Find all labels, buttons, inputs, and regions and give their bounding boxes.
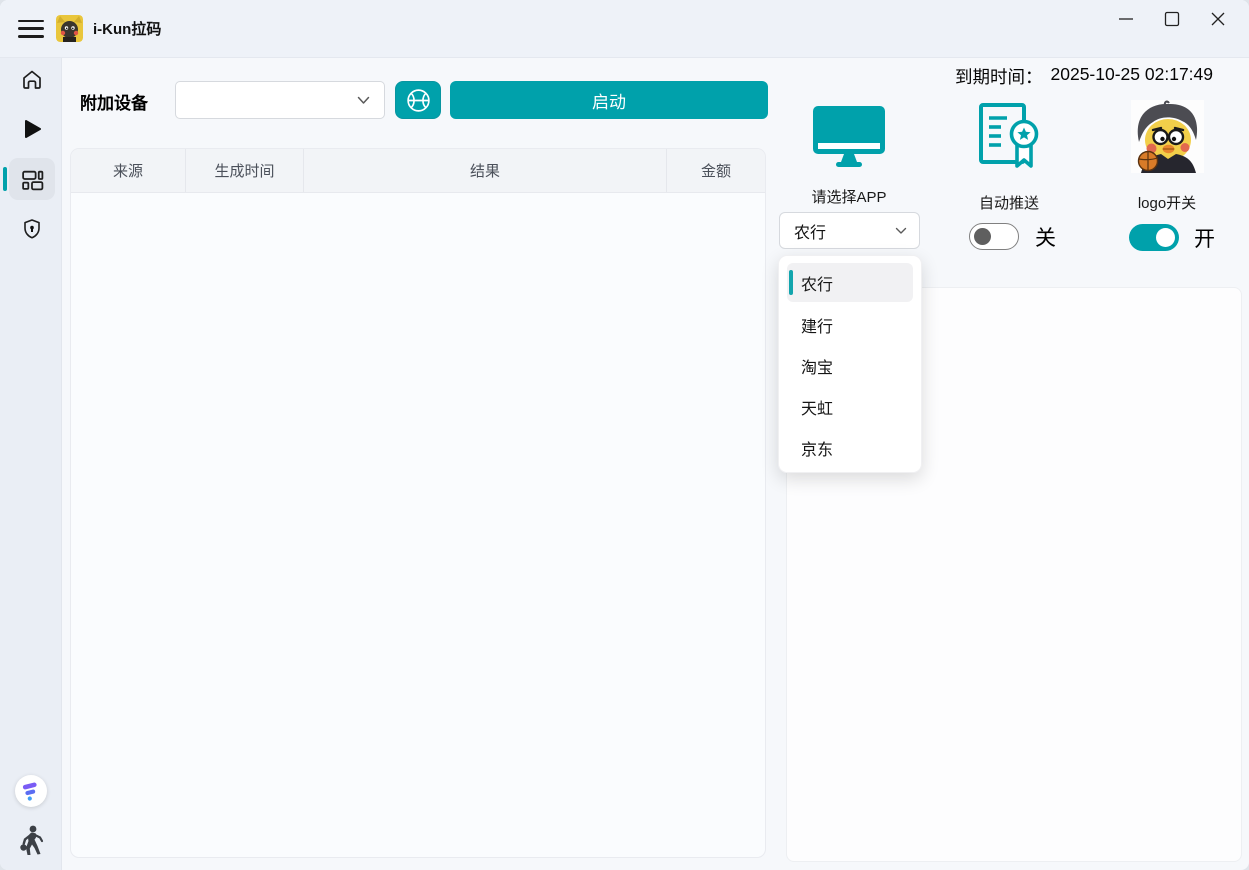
table-header-result[interactable]: 结果 — [304, 149, 667, 192]
sidebar-footer-player[interactable] — [0, 824, 62, 858]
sidebar-item-dashboard[interactable] — [9, 158, 55, 200]
expiry-time: 到期时间： 2025-10-25 02:17:49 — [955, 64, 1213, 89]
results-table: 来源 生成时间 结果 金额 — [70, 148, 766, 858]
logo-switch-state: 开 — [1194, 223, 1215, 253]
app-select-dropdown: 农行 建行 淘宝 天虹 京东 — [778, 255, 922, 473]
home-icon — [20, 68, 44, 92]
table-header-amount[interactable]: 金额 — [667, 149, 765, 192]
logo-switch-label: logo开关 — [1097, 192, 1237, 213]
dropdown-option[interactable]: 淘宝 — [779, 345, 921, 386]
monitor-icon — [811, 106, 887, 168]
dropdown-option-label: 京东 — [801, 436, 833, 460]
window-controls — [1103, 2, 1241, 36]
shield-lock-icon — [20, 217, 44, 241]
toggle-knob — [974, 228, 991, 245]
certificate-icon — [977, 102, 1041, 170]
window-title: i-Kun拉码 — [93, 18, 161, 39]
chevron-down-icon — [895, 227, 907, 235]
start-button[interactable]: 启动 — [450, 81, 768, 119]
maximize-icon — [1160, 7, 1184, 31]
table-header-source[interactable]: 来源 — [71, 149, 186, 192]
dropdown-option-label: 农行 — [801, 271, 833, 295]
grid-icon — [20, 167, 45, 192]
logo-switch-toggle[interactable] — [1129, 224, 1179, 251]
table-header-row: 来源 生成时间 结果 金额 — [71, 149, 765, 193]
dropdown-option-label: 天虹 — [801, 395, 833, 419]
dropdown-option-label: 建行 — [801, 313, 833, 337]
dropdown-option-selected[interactable]: 农行 — [787, 263, 913, 302]
table-body-empty — [71, 193, 765, 858]
expiry-label: 到期时间： — [955, 64, 1043, 89]
sidebar-active-indicator — [3, 167, 7, 191]
sidebar-item-security[interactable] — [9, 208, 55, 250]
table-header-time[interactable]: 生成时间 — [186, 149, 304, 192]
basketball-button[interactable] — [395, 81, 441, 119]
auto-push-toggle[interactable] — [969, 223, 1019, 250]
minimize-icon — [1114, 7, 1138, 31]
play-icon — [20, 117, 44, 141]
device-select[interactable] — [175, 81, 385, 119]
titlebar: i-Kun拉码 — [0, 0, 1249, 58]
app-select-value: 农行 — [794, 219, 895, 243]
dropdown-option[interactable]: 天虹 — [779, 386, 921, 427]
toggle-knob — [1156, 228, 1175, 247]
flow-logo-icon — [20, 780, 42, 802]
auto-push-label: 自动推送 — [939, 192, 1079, 213]
close-button[interactable] — [1195, 2, 1241, 36]
sidebar-footer-logo[interactable] — [0, 775, 62, 807]
app-logo-icon — [56, 15, 83, 42]
hamburger-menu-icon[interactable] — [18, 19, 44, 39]
app-picker-label: 请选择APP — [779, 186, 919, 207]
basketball-icon — [405, 87, 432, 114]
sidebar — [0, 58, 62, 870]
app-select[interactable]: 农行 — [779, 212, 920, 249]
auto-push-state: 关 — [1035, 222, 1056, 252]
expiry-value: 2025-10-25 02:17:49 — [1051, 64, 1214, 89]
minimize-button[interactable] — [1103, 2, 1149, 36]
attached-device-label: 附加设备 — [80, 89, 148, 114]
sidebar-item-run[interactable] — [9, 108, 55, 150]
chevron-down-icon — [357, 96, 370, 105]
dropdown-option[interactable]: 建行 — [779, 304, 921, 345]
dropdown-option-label: 淘宝 — [801, 354, 833, 378]
selected-option-indicator — [789, 270, 793, 295]
sidebar-item-home[interactable] — [9, 59, 55, 101]
dropdown-option[interactable]: 京东 — [779, 427, 921, 468]
basketball-player-icon — [16, 824, 46, 858]
kun-avatar-image — [1131, 100, 1204, 173]
maximize-button[interactable] — [1149, 2, 1195, 36]
app-window: i-Kun拉码 — [0, 0, 1249, 870]
close-icon — [1206, 7, 1230, 31]
